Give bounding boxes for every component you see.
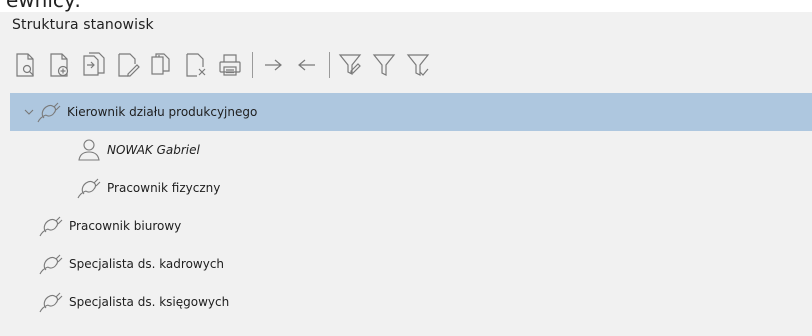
copy-document-icon[interactable] bbox=[80, 49, 108, 81]
position-plug-icon bbox=[36, 100, 62, 124]
tree-item-label: Kierownik działu produkcyjnego bbox=[67, 105, 258, 119]
position-plug-icon bbox=[38, 214, 64, 238]
position-plug-icon bbox=[38, 290, 64, 314]
tree-item-label: Specjalista ds. kadrowych bbox=[69, 257, 225, 271]
position-plug-icon bbox=[38, 252, 64, 276]
tree-item-kierownik[interactable]: Kierownik działu produkcyjnego bbox=[10, 93, 812, 131]
tree-item-pracownik-fizyczny[interactable]: Pracownik fizyczny bbox=[10, 169, 812, 207]
tree-item-label: Pracownik biurowy bbox=[69, 219, 182, 233]
delete-document-icon[interactable] bbox=[182, 49, 210, 81]
toolbar-separator bbox=[329, 52, 330, 78]
arrow-right-icon[interactable] bbox=[259, 49, 287, 81]
window-top-strip: ewnicy: bbox=[0, 0, 812, 12]
tree-item-pracownik-biurowy[interactable]: Pracownik biurowy bbox=[10, 207, 812, 245]
tree-item-nowak[interactable]: NOWAK Gabriel bbox=[10, 131, 812, 169]
print-icon[interactable] bbox=[216, 49, 244, 81]
filter-icon[interactable] bbox=[370, 49, 398, 81]
tree-item-specjalista-kadrowych[interactable]: Specjalista ds. kadrowych bbox=[10, 245, 812, 283]
duplicate-document-icon[interactable] bbox=[148, 49, 176, 81]
filter-edit-icon[interactable] bbox=[336, 49, 364, 81]
toolbar-separator bbox=[252, 52, 253, 78]
tree-item-label: NOWAK Gabriel bbox=[107, 143, 200, 157]
preview-document-icon[interactable] bbox=[12, 49, 40, 81]
edit-document-icon[interactable] bbox=[114, 49, 142, 81]
add-document-icon[interactable] bbox=[46, 49, 74, 81]
tree-item-label: Pracownik fizyczny bbox=[107, 181, 221, 195]
position-plug-icon bbox=[76, 176, 102, 200]
panel-title: Struktura stanowisk bbox=[12, 17, 154, 33]
person-icon bbox=[76, 138, 102, 162]
arrow-left-icon[interactable] bbox=[293, 49, 321, 81]
filter-check-icon[interactable] bbox=[404, 49, 432, 81]
toolbar bbox=[12, 42, 438, 88]
tree-item-specjalista-ksiegowych[interactable]: Specjalista ds. księgowych bbox=[10, 283, 812, 321]
cropped-heading-fragment: ewnicy: bbox=[6, 0, 82, 12]
chevron-down-icon[interactable] bbox=[24, 107, 34, 117]
tree-item-label: Specjalista ds. księgowych bbox=[69, 295, 230, 309]
